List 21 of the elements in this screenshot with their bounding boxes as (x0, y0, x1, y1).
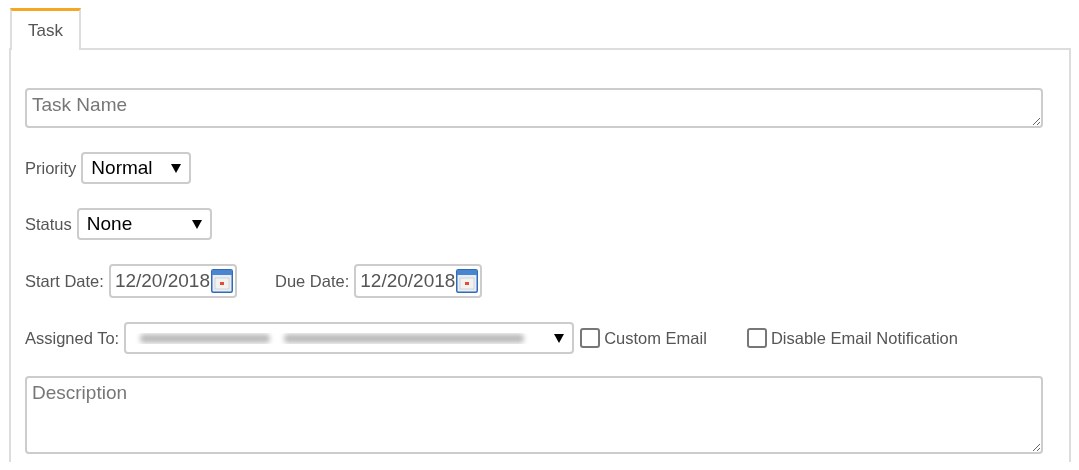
priority-label: Priority (25, 158, 77, 178)
status-label: Status (25, 214, 72, 234)
tab[interactable]: Task (10, 8, 81, 50)
assigned-to-label: Assigned To: (25, 328, 120, 348)
calendar-icon[interactable] (456, 269, 479, 293)
checkbox-label: Disable Email Notification (770, 328, 958, 348)
checkbox[interactable] (746, 328, 767, 348)
priority-select[interactable]: Normal (81, 152, 192, 184)
task-name-field[interactable]: Task Name (25, 88, 1043, 128)
calendar-icon[interactable] (210, 269, 233, 293)
date-label: Due Date: (274, 271, 350, 291)
status-select[interactable]: None (76, 208, 212, 240)
checkbox-label: Custom Email (604, 328, 707, 348)
caret-icon (171, 163, 182, 173)
checkbox[interactable] (580, 328, 601, 348)
caret-icon (191, 219, 202, 229)
date-label: Start Date: (25, 271, 104, 291)
caret-icon (554, 333, 565, 343)
date-field[interactable]: 12/20/2018 (354, 264, 483, 298)
date-field[interactable]: 12/20/2018 (108, 264, 237, 298)
description-field[interactable]: Description (25, 376, 1043, 454)
